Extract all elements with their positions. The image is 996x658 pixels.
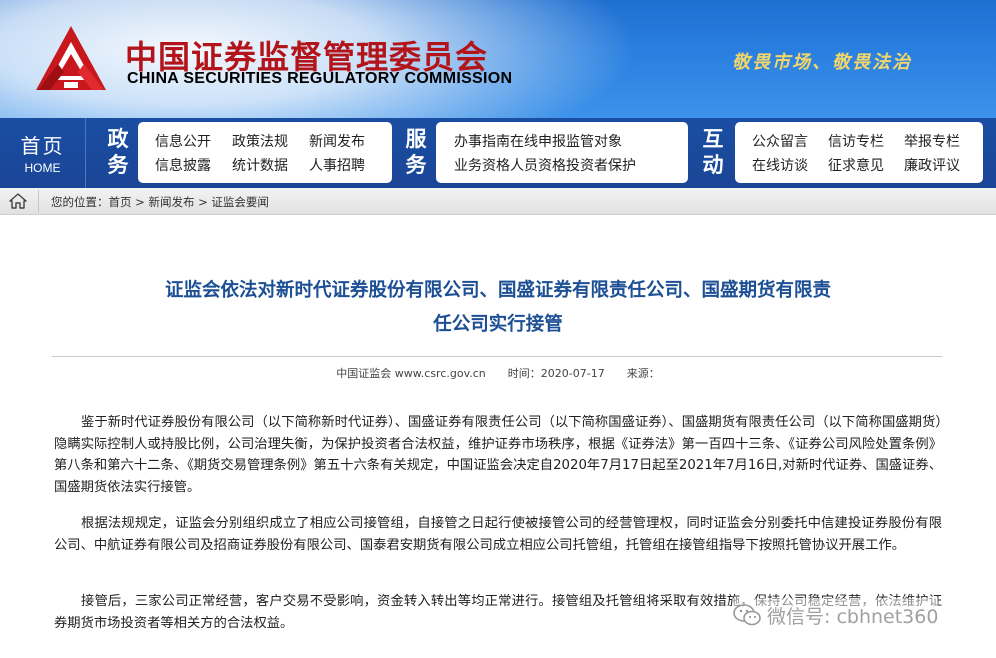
nav-link-business-qual[interactable]: 业务资格: [454, 155, 510, 175]
site-title-en[interactable]: CHINA SECURITIES REGULATORY COMMISSION: [127, 70, 512, 88]
article-divider: [52, 356, 942, 357]
nav-link-investor-protection[interactable]: 投资者保护: [566, 155, 636, 175]
watermark-text: 微信号: cbhnet360: [767, 605, 939, 628]
breadcrumb-prefix: 您的位置：: [51, 195, 109, 209]
nav-link-info-public[interactable]: 信息公开: [155, 131, 211, 151]
nav-link-interview[interactable]: 在线访谈: [752, 155, 808, 175]
nav-link-news[interactable]: 新闻发布: [309, 131, 365, 151]
breadcrumb-link-news[interactable]: 新闻发布: [148, 195, 194, 209]
nav-box-affairs: 信息公开 政策法规 新闻发布 信息披露 统计数据 人事招聘: [138, 122, 392, 183]
breadcrumb-separator: >: [194, 195, 212, 209]
nav-link-petition[interactable]: 信访专栏: [828, 131, 884, 151]
article-title: 证监会依法对新时代证券股份有限公司、国盛证券有限责任公司、国盛期货有限责 任公司…: [100, 274, 896, 342]
site-header: 中国证券监督管理委员会 CHINA SECURITIES REGULATORY …: [0, 0, 996, 118]
nav-link-regulated[interactable]: 监管对象: [566, 131, 622, 151]
nav-link-report[interactable]: 举报专栏: [904, 131, 960, 151]
breadcrumb-path: 您的位置：首页 > 新闻发布 > 证监会要闻: [51, 194, 269, 210]
nav-home-button[interactable]: 首页 HOME: [0, 118, 86, 188]
breadcrumb: 您的位置：首页 > 新闻发布 > 证监会要闻: [0, 188, 996, 215]
article-title-line2: 任公司实行接管: [433, 314, 563, 335]
nav-link-personnel-qual[interactable]: 人员资格: [510, 155, 566, 175]
nav-link-public-message[interactable]: 公众留言: [752, 131, 808, 151]
nav-category-services: 服 务: [405, 127, 427, 177]
nav-link-integrity[interactable]: 廉政评议: [904, 155, 960, 175]
article-origin: 来源：: [626, 367, 660, 380]
article-source: 中国证监会 www.csrc.gov.cn: [336, 367, 486, 380]
breadcrumb-separator: >: [131, 195, 149, 209]
nav-home-label-cn: 首页: [20, 134, 65, 158]
nav-link-guide[interactable]: 办事指南: [454, 131, 510, 151]
wechat-watermark: 微信号: cbhnet360: [733, 598, 939, 632]
nav-link-consultation[interactable]: 征求意见: [828, 155, 884, 175]
article-paragraph: 根据法规规定，证监会分别组织成立了相应公司接管组，自接管之日起行使被接管公司的经…: [54, 516, 942, 553]
nav-link-recruitment[interactable]: 人事招聘: [309, 155, 365, 175]
article-paragraph: 鉴于新时代证券股份有限公司（以下简称新时代证券）、国盛证券有限责任公司（以下简称…: [54, 415, 942, 495]
nav-home-label-en: HOME: [24, 161, 61, 175]
csrc-logo-icon[interactable]: [34, 24, 108, 94]
breadcrumb-link-home[interactable]: 首页: [109, 195, 132, 209]
home-icon[interactable]: [9, 193, 27, 209]
nav-category-affairs: 政 务: [107, 127, 129, 177]
nav-box-interaction: 公众留言 信访专栏 举报专栏 在线访谈 征求意见 廉政评议: [735, 122, 983, 183]
nav-link-policy[interactable]: 政策法规: [232, 131, 288, 151]
breadcrumb-link-csrc-news[interactable]: 证监会要闻: [211, 195, 269, 209]
main-nav: 首页 HOME 政 务 信息公开 政策法规 新闻发布 信息披露 统计数据 人事招…: [0, 118, 996, 188]
wechat-icon: [733, 604, 761, 626]
nav-box-services: 办事指南 在线申报 监管对象 业务资格 人员资格 投资者保护: [436, 122, 688, 183]
nav-link-statistics[interactable]: 统计数据: [232, 155, 288, 175]
nav-category-interaction: 互 动: [702, 127, 724, 177]
article-meta: 中国证监会 www.csrc.gov.cn 时间：2020-07-17 来源：: [0, 365, 996, 381]
site-slogan: 敬畏市场、敬畏法治: [732, 52, 912, 73]
article-title-line1: 证监会依法对新时代证券股份有限公司、国盛证券有限责任公司、国盛期货有限责: [164, 280, 831, 301]
article-time: 时间：2020-07-17: [507, 367, 605, 380]
breadcrumb-divider: [38, 190, 39, 213]
nav-link-disclosure[interactable]: 信息披露: [155, 155, 211, 175]
nav-link-online-filing[interactable]: 在线申报: [510, 131, 566, 151]
